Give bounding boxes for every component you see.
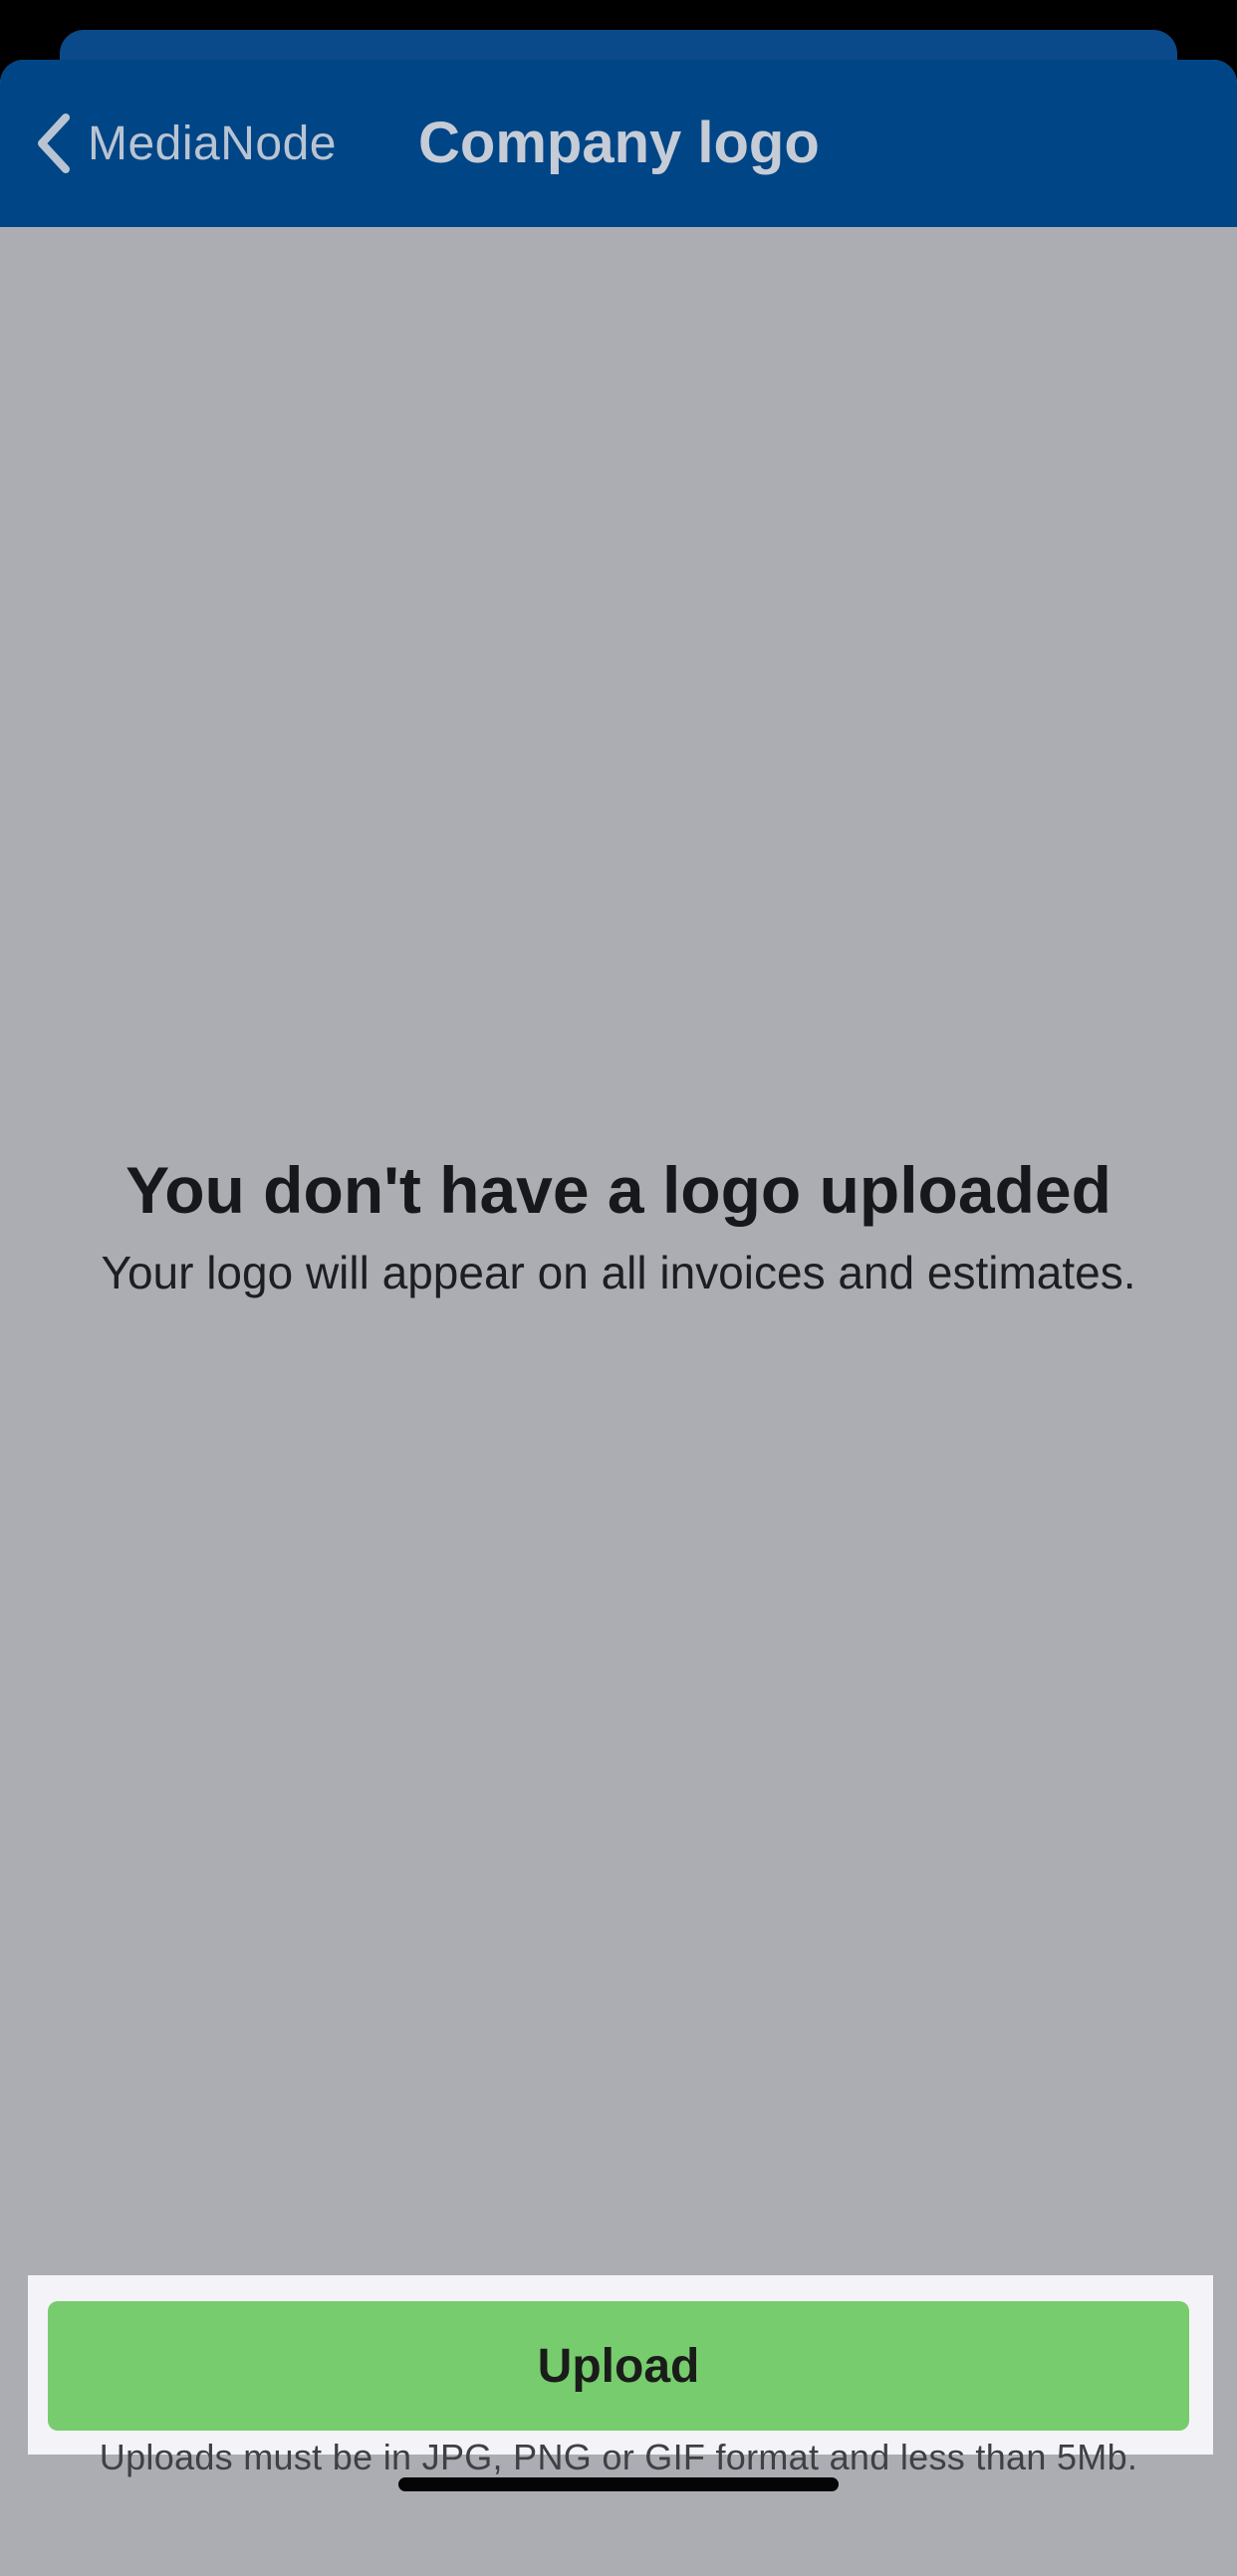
back-button[interactable]: MediaNode <box>30 108 337 179</box>
home-indicator[interactable] <box>398 2477 839 2491</box>
upload-panel: Upload <box>28 2275 1213 2455</box>
empty-state-title: You don't have a logo uploaded <box>125 1153 1112 1227</box>
upload-button[interactable]: Upload <box>48 2301 1189 2431</box>
page-title: Company logo <box>418 111 820 175</box>
empty-state-subtitle: Your logo will appear on all invoices an… <box>101 1247 1136 1298</box>
chevron-left-icon <box>30 108 78 179</box>
back-button-label: MediaNode <box>88 117 337 170</box>
navigation-bar: MediaNode Company logo <box>0 60 1237 227</box>
app-screen: MediaNode Company logo You don't have a … <box>0 0 1237 2576</box>
modal-sheet: MediaNode Company logo You don't have a … <box>0 60 1237 2576</box>
